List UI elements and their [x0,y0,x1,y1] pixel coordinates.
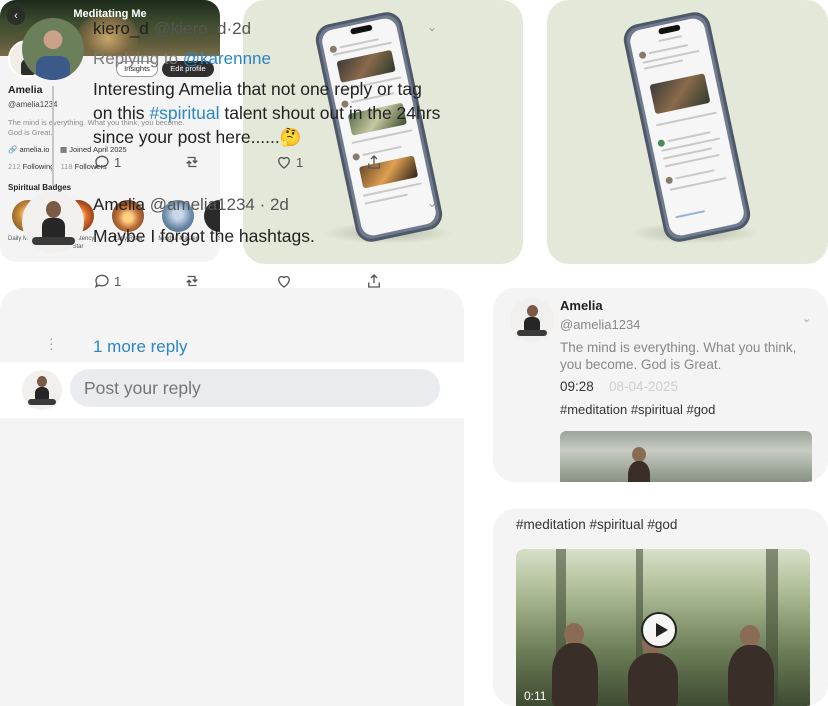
tweet-actions: 1 1 [93,153,393,173]
reply-button[interactable]: 1 [93,153,121,171]
following-label[interactable]: Following [23,162,55,171]
avatar[interactable] [22,191,84,253]
comment-icon [94,274,109,288]
share-button[interactable] [365,272,383,290]
heart-icon [278,156,290,169]
tweet-actions: 1 [93,272,393,292]
retweet-button[interactable] [183,272,201,290]
share-button[interactable] [365,153,383,171]
chevron-down-icon[interactable]: ⌄ [427,20,437,34]
more-replies-link[interactable]: 1 more reply [93,337,187,357]
post-author-handle: @amelia1234 [560,317,641,332]
link-icon: 🔗 [8,145,18,154]
like-button[interactable] [275,272,293,290]
post-time: 09:28 [560,379,594,394]
author-handle: @amelia1234 [149,195,255,214]
profile-handle: @amelia1234 [8,100,58,109]
profile-follow-counts: 212 Following 118 Followers [8,162,107,171]
retweet-button[interactable] [183,153,201,171]
reply-count: 1 [114,154,122,170]
author-name: kiero_d [93,19,149,38]
post-image[interactable] [560,431,812,482]
share-icon [368,155,380,169]
mention-link[interactable]: @karennne [183,49,271,68]
post-hashtags[interactable]: #meditation #spiritual #god [560,402,715,417]
tweet-time: · 2d [259,195,289,214]
author-handle: @kiero_d [153,19,227,38]
tweet-author[interactable]: Amelia @amelia1234 · 2d [93,195,289,215]
heart-icon [278,275,290,288]
retweet-icon [186,156,198,168]
chevron-down-icon[interactable]: ⌄ [427,196,437,210]
like-count: 1 [296,154,304,170]
share-icon [368,274,380,288]
video-player[interactable]: 0:11 [516,549,810,706]
profile-link-text: amelia.io [19,145,50,154]
replying-to: Replying to @karennne [93,49,271,69]
calendar-icon: ▦ [60,145,68,154]
post-author-name[interactable]: Amelia [560,298,603,313]
thread-connector [52,86,54,186]
phone-mockup-card-2 [547,0,828,264]
profile-name: Amelia [8,84,43,96]
video-post-card: #meditation #spiritual #god 0:11 [493,509,828,706]
more-dots-icon: · · · [49,330,54,356]
followers-count[interactable]: 118 [61,162,73,171]
badges-title: Spiritual Badges [8,183,72,192]
reply-count: 1 [114,273,122,289]
play-button[interactable] [641,612,677,648]
reply-input[interactable] [70,369,440,407]
reply-thread [0,288,464,706]
avatar[interactable] [22,18,84,80]
like-button[interactable]: 1 [275,153,303,171]
video-duration: 0:11 [524,689,547,703]
tweet-text: Interesting Amelia that not one reply or… [93,77,445,149]
tweet-author[interactable]: kiero_d @kiero_d·2d [93,19,251,39]
video-hashtags[interactable]: #meditation #spiritual #god [516,517,677,532]
avatar[interactable] [510,298,554,342]
profile-link[interactable]: 🔗 amelia.io [8,145,49,154]
tweet-time: ·2d [226,19,252,38]
reply-button[interactable]: 1 [93,272,121,290]
retweet-icon [186,275,198,287]
play-icon [656,623,668,637]
author-name: Amelia [93,195,145,214]
phone-mockup [620,9,754,245]
following-count[interactable]: 212 [8,162,21,171]
hashtag-link[interactable]: #spiritual [149,103,219,123]
avatar [22,370,62,410]
post-text: The mind is everything. What you think, … [560,340,797,372]
tweet-text: Maybe I forgot the hashtags. [93,226,315,246]
chevron-down-icon[interactable]: ⌄ [802,312,811,325]
comment-icon [94,155,109,169]
replying-label: Replying to [93,49,183,68]
post-date: 08-04-2025 [609,379,679,394]
post-card: Amelia @amelia1234 ⌄ The mind is everyth… [493,288,828,482]
